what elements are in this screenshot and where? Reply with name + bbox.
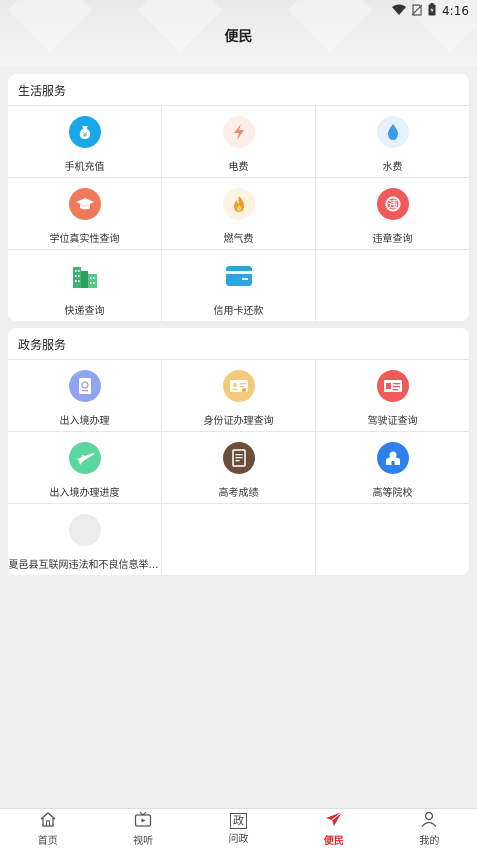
service-gas[interactable]: 燃气费 bbox=[162, 178, 316, 250]
service-label: 高考成绩 bbox=[218, 488, 259, 499]
tab-convenience[interactable]: 便民 bbox=[286, 809, 381, 848]
lightning-icon bbox=[222, 116, 255, 148]
service-label: 电费 bbox=[228, 162, 249, 173]
page-title: 便民 bbox=[224, 29, 253, 45]
service-label: 学位真实性查询 bbox=[49, 234, 120, 245]
svg-text:违: 违 bbox=[388, 199, 397, 211]
svg-text:¥: ¥ bbox=[82, 131, 87, 139]
water-drop-icon bbox=[376, 116, 409, 148]
violation-icon: 违 bbox=[376, 188, 409, 220]
passport-icon bbox=[68, 370, 101, 402]
score-sheet-icon bbox=[222, 442, 255, 474]
home-icon bbox=[39, 811, 57, 831]
service-label: 夏邑县互联网违法和不良信息举报… bbox=[8, 560, 161, 571]
tab-label: 便民 bbox=[323, 835, 344, 847]
tv-icon bbox=[134, 811, 152, 831]
service-water[interactable]: 水费 bbox=[316, 106, 469, 178]
wifi-icon bbox=[392, 4, 407, 19]
service-traffic-violation[interactable]: 违 违章查询 bbox=[316, 178, 469, 250]
id-card-icon bbox=[222, 370, 255, 402]
graduation-cap-icon bbox=[68, 188, 101, 220]
empty-cell bbox=[162, 504, 316, 575]
header: 4:16 便民 bbox=[0, 0, 477, 66]
service-electricity[interactable]: 电费 bbox=[162, 106, 316, 178]
service-driver-license[interactable]: 驾驶证查询 bbox=[316, 360, 469, 432]
service-mobile-recharge[interactable]: ¥ 手机充值 bbox=[8, 106, 162, 178]
gov-services-title: 政务服务 bbox=[8, 328, 469, 360]
flame-icon bbox=[222, 188, 255, 220]
plane-icon bbox=[68, 442, 101, 474]
politics-icon: 政 bbox=[230, 812, 248, 829]
tab-label: 视听 bbox=[133, 835, 154, 847]
service-label: 信用卡还款 bbox=[213, 306, 264, 317]
service-degree-verify[interactable]: 学位真实性查询 bbox=[8, 178, 162, 250]
service-label: 身份证办理查询 bbox=[203, 416, 274, 427]
service-label: 水费 bbox=[382, 162, 403, 173]
service-express[interactable]: 快递查询 bbox=[8, 250, 162, 321]
service-university[interactable]: 高等院校 bbox=[316, 432, 469, 504]
status-time: 4:16 bbox=[442, 4, 469, 18]
tab-mine[interactable]: 我的 bbox=[382, 809, 477, 848]
credit-card-icon bbox=[223, 260, 255, 292]
service-label: 违章查询 bbox=[372, 234, 413, 245]
service-exit-entry-progress[interactable]: 出入境办理进度 bbox=[8, 432, 162, 504]
money-bag-icon: ¥ bbox=[68, 116, 101, 148]
life-services-title: 生活服务 bbox=[8, 74, 469, 106]
service-label: 高等院校 bbox=[372, 488, 413, 499]
bottom-tab-bar: 首页 视听 政 问政 便民 我的 bbox=[0, 808, 477, 848]
tab-label: 我的 bbox=[419, 835, 440, 847]
service-label: 驾驶证查询 bbox=[367, 416, 418, 427]
placeholder-icon bbox=[68, 514, 101, 546]
tab-home[interactable]: 首页 bbox=[0, 809, 95, 848]
service-label: 燃气费 bbox=[223, 234, 254, 245]
tab-label: 首页 bbox=[37, 835, 58, 847]
send-icon bbox=[325, 811, 343, 831]
gov-services-card: 政务服务 出入境办理 身份证办理查询 驾驶证查询 出入境办理进度 高考成绩 高等… bbox=[8, 328, 469, 575]
service-label: 快递查询 bbox=[64, 306, 105, 317]
service-credit-card[interactable]: 信用卡还款 bbox=[162, 250, 316, 321]
service-id-card[interactable]: 身份证办理查询 bbox=[162, 360, 316, 432]
buildings-icon bbox=[69, 260, 101, 292]
driver-license-icon bbox=[376, 370, 409, 402]
tab-label: 问政 bbox=[228, 833, 249, 845]
empty-cell bbox=[316, 250, 469, 321]
service-internet-report[interactable]: 夏邑县互联网违法和不良信息举报… bbox=[8, 504, 162, 575]
service-exit-entry[interactable]: 出入境办理 bbox=[8, 360, 162, 432]
tab-av[interactable]: 视听 bbox=[95, 809, 190, 848]
service-label: 出入境办理 bbox=[59, 416, 110, 427]
battery-icon bbox=[428, 3, 436, 19]
service-label: 手机充值 bbox=[64, 162, 105, 173]
life-services-card: 生活服务 ¥ 手机充值 电费 水费 学位真实性查询 燃气费 违 违章查询 快递查… bbox=[8, 74, 469, 321]
empty-cell bbox=[316, 504, 469, 575]
status-bar: 4:16 bbox=[392, 2, 469, 20]
service-label: 出入境办理进度 bbox=[49, 488, 120, 499]
tab-politics[interactable]: 政 问政 bbox=[191, 809, 286, 848]
university-icon bbox=[376, 442, 409, 474]
service-gaokao-score[interactable]: 高考成绩 bbox=[162, 432, 316, 504]
person-icon bbox=[420, 811, 438, 831]
no-sim-icon bbox=[411, 3, 423, 19]
